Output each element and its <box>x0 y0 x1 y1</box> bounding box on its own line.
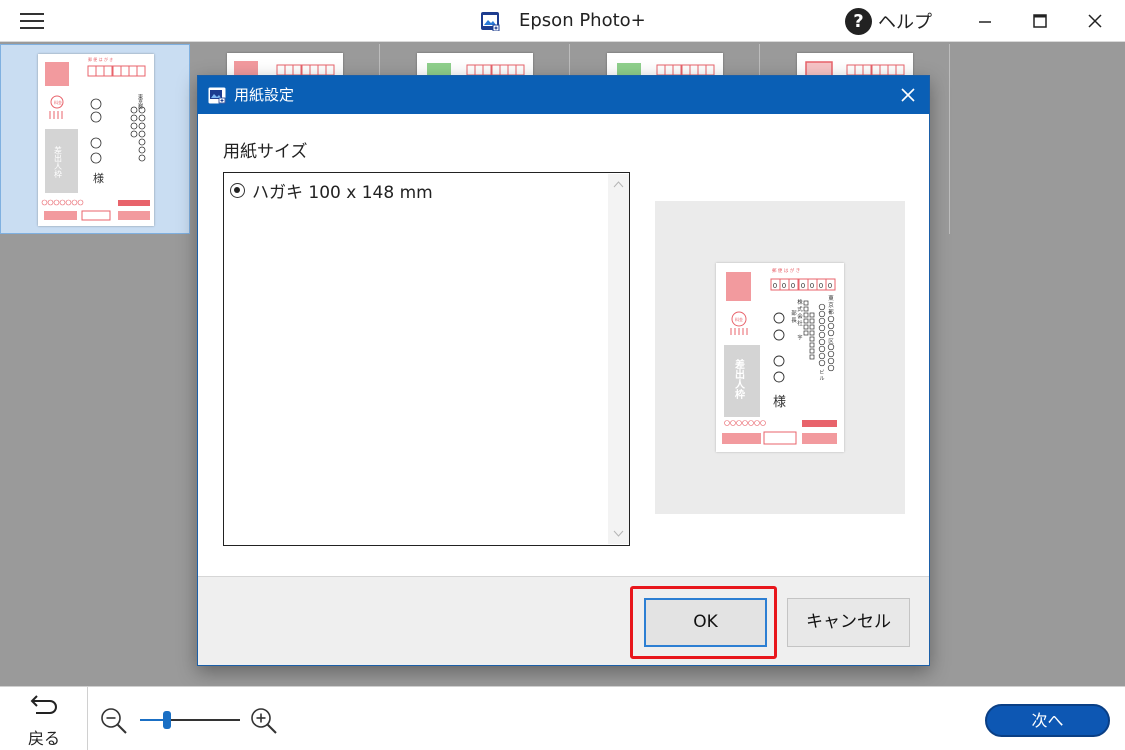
zoom-slider-track[interactable] <box>140 711 240 729</box>
paper-settings-dialog: 用紙設定 用紙サイズ ハガキ 100 x 148 mm 郵 便 は が き 00… <box>197 75 930 666</box>
svg-text:式: 式 <box>797 305 803 313</box>
back-button[interactable]: 戻る <box>0 687 88 750</box>
svg-text:郵 便 は が き: 郵 便 は が き <box>88 56 113 62</box>
svg-text:京: 京 <box>828 301 834 309</box>
svg-text:都: 都 <box>828 309 834 316</box>
dialog-footer: OK キャンセル <box>198 576 929 665</box>
zoom-in-icon[interactable] <box>250 707 278 735</box>
back-label: 戻る <box>27 729 60 748</box>
svg-text:0: 0 <box>810 282 814 290</box>
svg-text:会: 会 <box>797 312 803 320</box>
paper-size-label: 用紙サイズ <box>223 142 308 162</box>
title-bar: Epson Photo+ ? ヘルプ <box>0 0 1125 42</box>
question-icon: ? <box>845 7 872 35</box>
hamburger-menu-icon[interactable] <box>14 9 50 33</box>
paper-settings-icon <box>208 87 226 104</box>
paper-option-hagaki[interactable]: ハガキ 100 x 148 mm <box>230 177 433 203</box>
svg-text:0: 0 <box>801 282 805 290</box>
dialog-header: 用紙設定 <box>198 76 929 114</box>
paper-size-list[interactable]: ハガキ 100 x 148 mm <box>223 172 630 546</box>
svg-text:料金: 料金 <box>735 316 743 322</box>
svg-text:0: 0 <box>819 282 823 290</box>
svg-text:株: 株 <box>797 298 803 306</box>
svg-text:0: 0 <box>828 282 832 290</box>
svg-text:0: 0 <box>773 282 777 290</box>
paper-option-label: ハガキ 100 x 148 mm <box>252 182 433 203</box>
close-window-icon[interactable] <box>1075 5 1115 37</box>
svg-text:部: 部 <box>791 309 797 317</box>
svg-text:ル: ル <box>819 376 824 382</box>
zoom-out-icon[interactable] <box>100 707 128 735</box>
chevron-down-icon[interactable] <box>613 530 624 538</box>
svg-text:東京都: 東京都 <box>137 93 143 110</box>
zoom-slider-handle[interactable] <box>163 711 171 729</box>
svg-text:料金: 料金 <box>54 99 62 105</box>
ok-button[interactable]: OK <box>644 598 767 647</box>
chevron-up-icon[interactable] <box>613 180 624 188</box>
maximize-icon[interactable] <box>1020 5 1060 37</box>
svg-text:社: 社 <box>797 319 803 327</box>
svg-text:0: 0 <box>782 282 786 290</box>
help-label: ヘルプ <box>878 12 932 33</box>
back-arrow-icon <box>30 695 57 714</box>
thumbnail-postcard-1[interactable]: 郵 便 は が き 料金 差出人枠 様 東京都 <box>0 44 190 234</box>
svg-text:長: 長 <box>791 317 797 324</box>
svg-text:様: 様 <box>93 171 104 185</box>
postcard-preview: 郵 便 は が き 0000000 料金 差出人枠 様 東京都 株式会社 部 長… <box>716 263 844 452</box>
svg-text:0: 0 <box>791 282 795 290</box>
svg-text:東: 東 <box>828 294 834 302</box>
svg-text:宇: 宇 <box>797 334 802 341</box>
svg-text:差出人枠: 差出人枠 <box>733 358 745 400</box>
minimize-icon[interactable] <box>965 5 1005 37</box>
dialog-title: 用紙設定 <box>234 86 295 104</box>
paper-preview-area: 郵 便 は が き 0000000 料金 差出人枠 様 東京都 株式会社 部 長… <box>655 201 905 514</box>
bottom-toolbar: 戻る 次へ <box>0 686 1125 750</box>
svg-text:ビ: ビ <box>819 369 824 376</box>
svg-text:郵 便 は が き: 郵 便 は が き <box>772 267 800 274</box>
epson-photo-app-icon <box>481 12 500 31</box>
svg-text:差出人枠: 差出人枠 <box>54 145 63 179</box>
radio-selected-icon[interactable] <box>230 182 245 198</box>
svg-text:様: 様 <box>773 395 786 410</box>
cancel-button[interactable]: キャンセル <box>787 598 910 647</box>
help-button[interactable]: ? ヘルプ <box>845 7 932 35</box>
next-button[interactable]: 次へ <box>985 704 1110 737</box>
svg-text:区: 区 <box>828 338 834 345</box>
app-title: Epson Photo+ <box>519 10 646 31</box>
postcard-thumbnail: 郵 便 は が き 料金 差出人枠 様 東京都 <box>38 54 154 226</box>
close-icon[interactable] <box>895 82 921 108</box>
list-scrollbar[interactable] <box>608 174 629 544</box>
